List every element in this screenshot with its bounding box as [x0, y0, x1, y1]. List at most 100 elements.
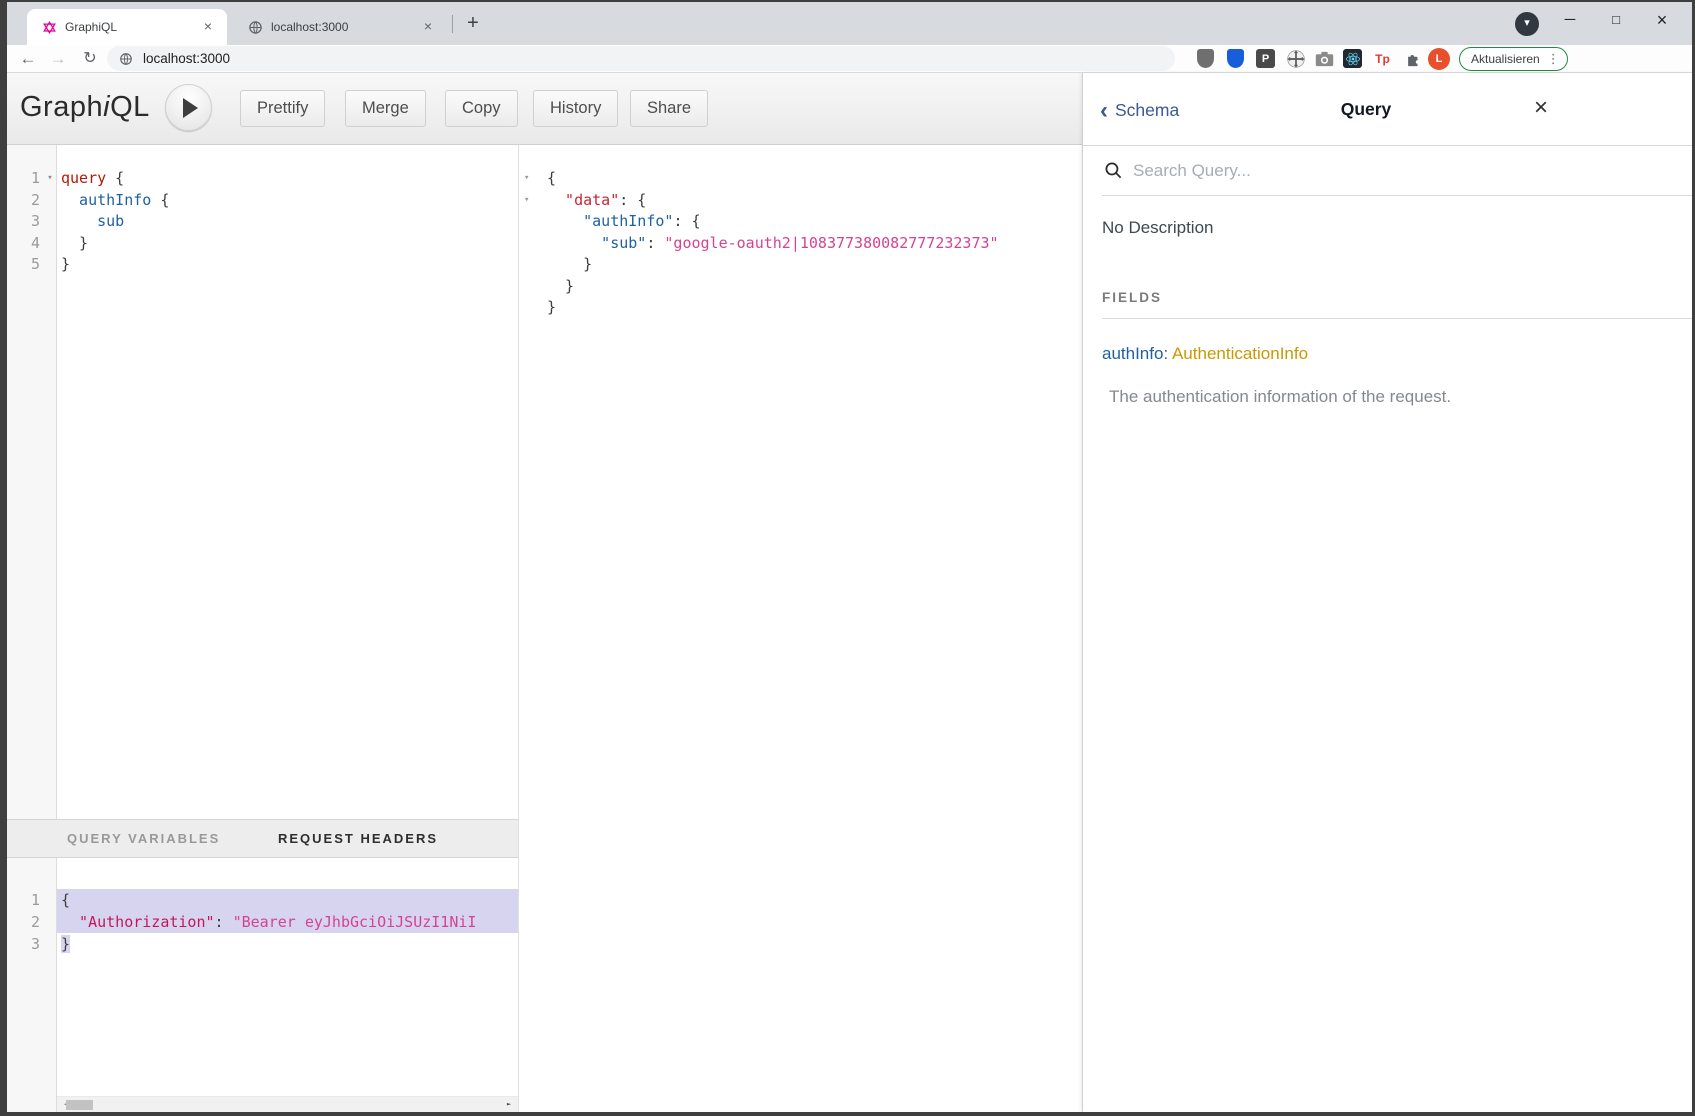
code-text: query { [57, 168, 518, 190]
back-button[interactable]: ← [15, 45, 41, 72]
window-maximize-button[interactable]: □ [1594, 2, 1638, 38]
horizontal-scrollbar[interactable]: ◄ ► [57, 1096, 518, 1112]
doc-explorer-panel: ‹Schema Query × No Description FIELDS au… [1082, 73, 1692, 1112]
extensions-puzzle-icon[interactable] [1402, 48, 1423, 69]
tab-separator [452, 15, 453, 33]
window-minimize-button[interactable]: ─ [1548, 2, 1592, 38]
secondary-editor-tabbar: QUERY VARIABLES REQUEST HEADERS [7, 819, 518, 858]
field-description: The authentication information of the re… [1109, 387, 1692, 407]
tab-close-icon[interactable]: × [199, 18, 217, 36]
tab-query-variables[interactable]: QUERY VARIABLES [67, 820, 220, 857]
code-text: sub [57, 211, 518, 233]
code-line[interactable]: ▾ "data": { [519, 190, 1082, 212]
tab-localhost[interactable]: localhost:3000 × [233, 9, 447, 45]
profile-avatar[interactable]: L [1428, 48, 1450, 70]
code-line[interactable]: 3 sub [7, 211, 518, 233]
scroll-right-icon[interactable]: ► [501, 1097, 517, 1112]
code-line[interactable]: ▾{ [519, 168, 1082, 190]
code-line[interactable]: } [519, 297, 1082, 319]
execute-query-button[interactable] [165, 84, 212, 131]
site-info-globe-icon[interactable] [119, 52, 133, 66]
play-icon [183, 98, 198, 118]
gutter-cell: 3 [7, 933, 57, 955]
copy-button[interactable]: Copy [445, 90, 518, 127]
code-line[interactable]: 1{ [7, 889, 518, 911]
browser-menu-kebab-icon[interactable]: ⋮ [1547, 51, 1560, 67]
line-number: 3 [7, 933, 43, 955]
new-tab-button[interactable]: + [459, 10, 487, 38]
query-editor[interactable]: 1▾query {2 authInfo {3 sub4 }5} [7, 145, 518, 819]
code-text: { [57, 889, 518, 911]
fold-arrow-icon [43, 190, 57, 212]
doc-explorer-header: ‹Schema Query × [1083, 73, 1692, 146]
request-headers-editor[interactable]: 1{2 "Authorization": "Bearer eyJhbGciOiJ… [7, 858, 518, 1112]
forward-button[interactable]: → [45, 45, 71, 72]
bitwarden-extension-icon[interactable] [1225, 48, 1246, 69]
code-text: authInfo { [57, 190, 518, 212]
fold-arrow-icon[interactable]: ▾ [519, 168, 543, 190]
doc-search-input[interactable] [1131, 156, 1651, 186]
fold-arrow-icon [519, 211, 543, 233]
move-tool-extension-icon[interactable] [1285, 48, 1306, 69]
graphiql-toolbar: GraphiQL Prettify Merge Copy History Sha… [7, 73, 1082, 145]
line-number: 3 [7, 211, 43, 233]
url-text: localhost:3000 [143, 51, 230, 66]
fold-arrow-icon [43, 889, 57, 911]
address-bar[interactable]: localhost:3000 [107, 46, 1175, 71]
merge-button[interactable]: Merge [345, 90, 426, 127]
code-line[interactable]: } [519, 254, 1082, 276]
tab-search-button[interactable]: ▾ [1515, 12, 1539, 36]
line-number: 1 [7, 889, 43, 911]
camera-extension-icon[interactable] [1314, 48, 1335, 69]
browser-tabstrip: GraphiQL × localhost:3000 × + ▾ ─ □ × [7, 2, 1692, 45]
history-button[interactable]: History [533, 90, 618, 127]
code-line[interactable]: "authInfo": { [519, 211, 1082, 233]
code-line[interactable]: 2 "Authorization": "Bearer eyJhbGciOiJSU… [7, 911, 518, 933]
share-button[interactable]: Share [630, 90, 708, 127]
doc-close-icon[interactable]: × [1528, 95, 1554, 121]
tab-title: localhost:3000 [271, 20, 419, 34]
code-line[interactable]: 3} [7, 933, 518, 955]
code-text: { [543, 168, 1082, 190]
code-line[interactable]: "sub": "google-oauth2|108377380082777232… [519, 233, 1082, 255]
scrollbar-thumb[interactable] [66, 1100, 93, 1110]
code-text: } [543, 276, 1082, 298]
fold-arrow-icon [43, 254, 57, 276]
field-type-link[interactable]: AuthenticationInfo [1172, 344, 1308, 363]
field-name-link[interactable]: authInfo [1102, 344, 1163, 363]
p-extension-icon[interactable]: P [1255, 48, 1276, 69]
code-text: "sub": "google-oauth2|108377380082777232… [543, 233, 1082, 255]
doc-fields-heading: FIELDS [1102, 290, 1692, 319]
reload-button[interactable]: ↻ [77, 45, 103, 72]
code-line[interactable]: 2 authInfo { [7, 190, 518, 212]
chrome-update-button[interactable]: Aktualisieren ⋮ [1459, 47, 1568, 71]
fold-arrow-icon [43, 911, 57, 933]
tab-close-icon[interactable]: × [419, 18, 437, 36]
code-text: } [543, 254, 1082, 276]
react-devtools-extension-icon[interactable] [1342, 48, 1363, 69]
ublock-extension-icon[interactable] [1195, 48, 1216, 69]
tampermonkey-extension-icon[interactable]: Tp [1372, 48, 1393, 69]
fold-arrow-icon [43, 233, 57, 255]
screenshot: GraphiQL × localhost:3000 × + ▾ ─ □ × ← … [0, 0, 1695, 1116]
browser-window: GraphiQL × localhost:3000 × + ▾ ─ □ × ← … [7, 2, 1692, 1112]
globe-icon [247, 19, 263, 35]
code-line[interactable]: 1▾query { [7, 168, 518, 190]
gutter-cell: 1▾ [7, 168, 57, 190]
gutter-cell: 3 [7, 211, 57, 233]
code-line[interactable]: 4 } [7, 233, 518, 255]
fold-arrow-icon [43, 933, 57, 955]
code-line[interactable]: 5} [7, 254, 518, 276]
code-text: } [57, 254, 518, 276]
code-line[interactable]: } [519, 276, 1082, 298]
doc-field-row: authInfo: AuthenticationInfo [1102, 344, 1692, 364]
tab-graphiql[interactable]: GraphiQL × [27, 9, 227, 45]
search-icon [1104, 161, 1123, 185]
tab-request-headers[interactable]: REQUEST HEADERS [278, 820, 438, 857]
fold-arrow-icon[interactable]: ▾ [43, 168, 57, 190]
result-viewer[interactable]: ▾{▾ "data": { "authInfo": { "sub": "goog… [519, 145, 1082, 1112]
prettify-button[interactable]: Prettify [240, 90, 325, 127]
code-text: } [57, 933, 518, 955]
window-close-button[interactable]: × [1640, 2, 1684, 38]
fold-arrow-icon[interactable]: ▾ [519, 190, 543, 212]
